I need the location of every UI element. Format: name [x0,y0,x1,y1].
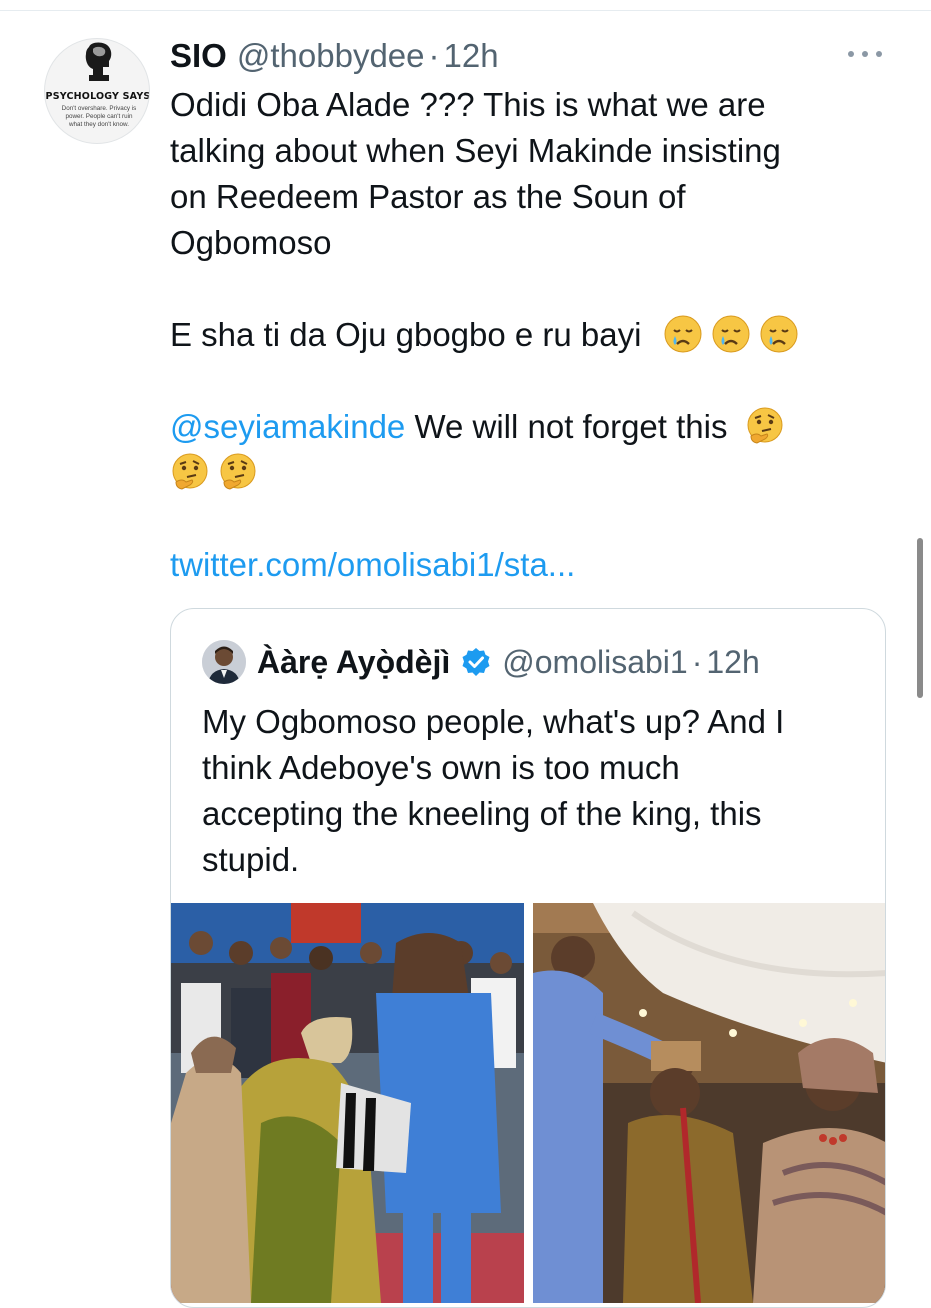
author-handle[interactable]: @thobbydee [237,37,425,75]
photo-right[interactable] [533,903,885,1303]
quoted-author-handle[interactable]: @omolisabi1 [502,644,687,681]
mention-link[interactable]: @seyiamakinde [170,408,405,445]
crying-face-emoji-icon [760,315,798,353]
thinking-face-emoji-icon [220,453,256,490]
person-avatar-icon [202,640,246,684]
crying-face-emoji-icon [664,315,702,353]
thinking-face-emoji-icon [172,453,208,490]
scrollbar[interactable] [917,538,923,698]
quoted-author-name[interactable]: Ààrẹ Ayọ̀dèjì [257,644,450,681]
quoted-tweet-header: Ààrẹ Ayọ̀dèjì @omolisabi1 · 12h [257,639,760,685]
quoted-text-line: think Adeboye's own is too much [202,749,680,786]
tweet-header: SIO @thobbydee · 12h [170,34,499,78]
tweet-paragraph-3-emojis [170,450,870,496]
quoted-media [171,903,885,1303]
separator-dot: · [691,643,703,680]
author-avatar[interactable]: PSYCHOLOGY SAYS Don't overshare. Privacy… [44,38,150,144]
tweet-time[interactable]: 12h [444,37,499,75]
quoted-text-line: My Ogbomoso people, what's up? And I [202,703,785,740]
quoted-tweet-card[interactable]: Ààrẹ Ayọ̀dèjì @omolisabi1 · 12h My Ogbom… [170,608,886,1308]
tweet: PSYCHOLOGY SAYS Don't overshare. Privacy… [0,0,931,1308]
photo-left[interactable] [171,903,524,1303]
quoted-tweet-text: My Ogbomoso people, what's up? And I thi… [202,699,852,883]
tweet-text-line: on Reedeem Pastor as the Soun of [170,178,686,215]
tweet-paragraph-2-text: E sha ti da Oju gbogbo e ru bayi [170,316,642,353]
tweet-url-line: twitter.com/omolisabi1/sta... [170,542,870,588]
tweet-text-line: talking about when Seyi Makinde insistin… [170,132,781,169]
thinking-face-emoji-icon [747,407,783,444]
pastor-blessing-photo [533,903,885,1303]
tweet-paragraph-3-text: We will not forget this [405,408,728,445]
tweet-paragraph-2: E sha ti da Oju gbogbo e ru bayi [170,312,870,358]
more-icon[interactable] [848,48,882,60]
crying-face-emoji-icon [712,315,750,353]
kneeling-king-photo [171,903,524,1303]
tweet-text: Odidi Oba Alade ??? This is what we are … [170,82,870,588]
tweet-text-line: Ogbomoso [170,224,332,261]
head-silhouette-icon [85,42,112,81]
tweet-text-line: Odidi Oba Alade ??? This is what we are [170,86,766,123]
quoted-tweet-time[interactable]: 12h [706,644,759,681]
quoted-text-line: accepting the kneeling of the king, this [202,795,762,832]
author-name[interactable]: SIO [170,37,227,75]
tweet-url-link[interactable]: twitter.com/omolisabi1/sta... [170,546,575,583]
avatar-quote-text: Don't overshare. Privacy is power. Peopl… [61,105,137,128]
verified-badge-icon [462,648,490,676]
tweet-paragraph-3: @seyiamakinde We will not forget this [170,404,870,450]
separator-dot: · [428,37,440,74]
avatar-brand-text: PSYCHOLOGY SAYS [45,91,150,102]
quoted-author-avatar[interactable] [202,640,246,684]
quoted-text-line: stupid. [202,841,300,878]
